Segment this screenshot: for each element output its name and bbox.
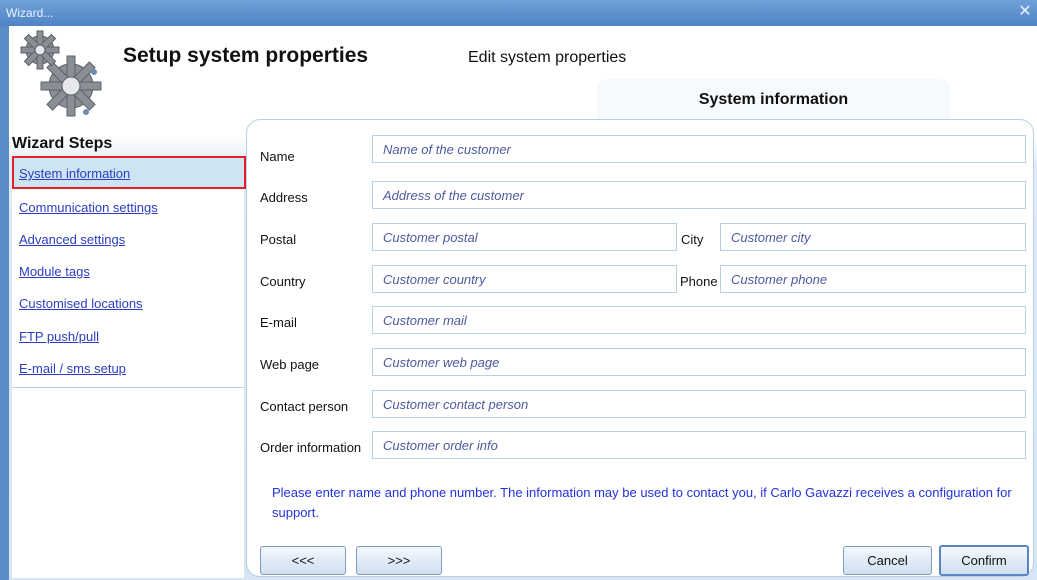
postal-field[interactable]: Customer postal: [372, 223, 677, 251]
city-field[interactable]: Customer city: [720, 223, 1026, 251]
window-title: Wizard...: [6, 6, 54, 20]
info-note: Please enter name and phone number. The …: [272, 485, 1012, 520]
step-ftp-push-pull[interactable]: FTP push/pull: [19, 329, 99, 344]
page-title: Setup system properties: [123, 44, 369, 67]
webpage-label: Web page: [260, 357, 320, 372]
order-information-label: Order information: [260, 440, 362, 455]
phone-label: Phone: [680, 274, 718, 289]
name-field[interactable]: Name of the customer: [372, 135, 1026, 163]
name-label: Name: [260, 149, 295, 164]
page-subtitle: Edit system properties: [468, 49, 627, 66]
confirm-button[interactable]: Confirm: [939, 545, 1029, 576]
address-field[interactable]: Address of the customer: [372, 181, 1026, 209]
close-icon[interactable]: ✕: [1015, 2, 1035, 22]
step-module-tags[interactable]: Module tags: [19, 264, 90, 279]
window-left-border: [0, 26, 9, 580]
postal-label: Postal: [260, 232, 297, 247]
gears-icon: [20, 30, 102, 117]
order-information-field[interactable]: Customer order info: [372, 431, 1026, 459]
step-customised-locations[interactable]: Customised locations: [19, 296, 143, 311]
phone-field[interactable]: Customer phone: [720, 265, 1026, 293]
country-field[interactable]: Customer country: [372, 265, 677, 293]
address-label: Address: [260, 190, 308, 205]
country-label: Country: [260, 274, 306, 289]
wizard-steps-empty-area: [12, 388, 244, 578]
city-label: City: [681, 232, 704, 247]
wizard-steps-title: Wizard Steps: [12, 135, 113, 152]
step-system-information[interactable]: System information: [19, 166, 130, 181]
next-button[interactable]: >>>: [356, 546, 442, 575]
contact-person-label: Contact person: [260, 399, 349, 414]
title-bar: Wizard... ✕: [0, 0, 1037, 26]
step-advanced-settings[interactable]: Advanced settings: [19, 232, 125, 247]
email-field[interactable]: Customer mail: [372, 306, 1026, 334]
contact-person-field[interactable]: Customer contact person: [372, 390, 1026, 418]
tab-system-information[interactable]: System information: [597, 79, 950, 119]
step-email-sms-setup[interactable]: E-mail / sms setup: [19, 361, 126, 376]
webpage-field[interactable]: Customer web page: [372, 348, 1026, 376]
email-label: E-mail: [260, 315, 297, 330]
previous-button[interactable]: <<<: [260, 546, 346, 575]
cancel-button[interactable]: Cancel: [843, 546, 932, 575]
step-communication-settings[interactable]: Communication settings: [19, 200, 158, 215]
